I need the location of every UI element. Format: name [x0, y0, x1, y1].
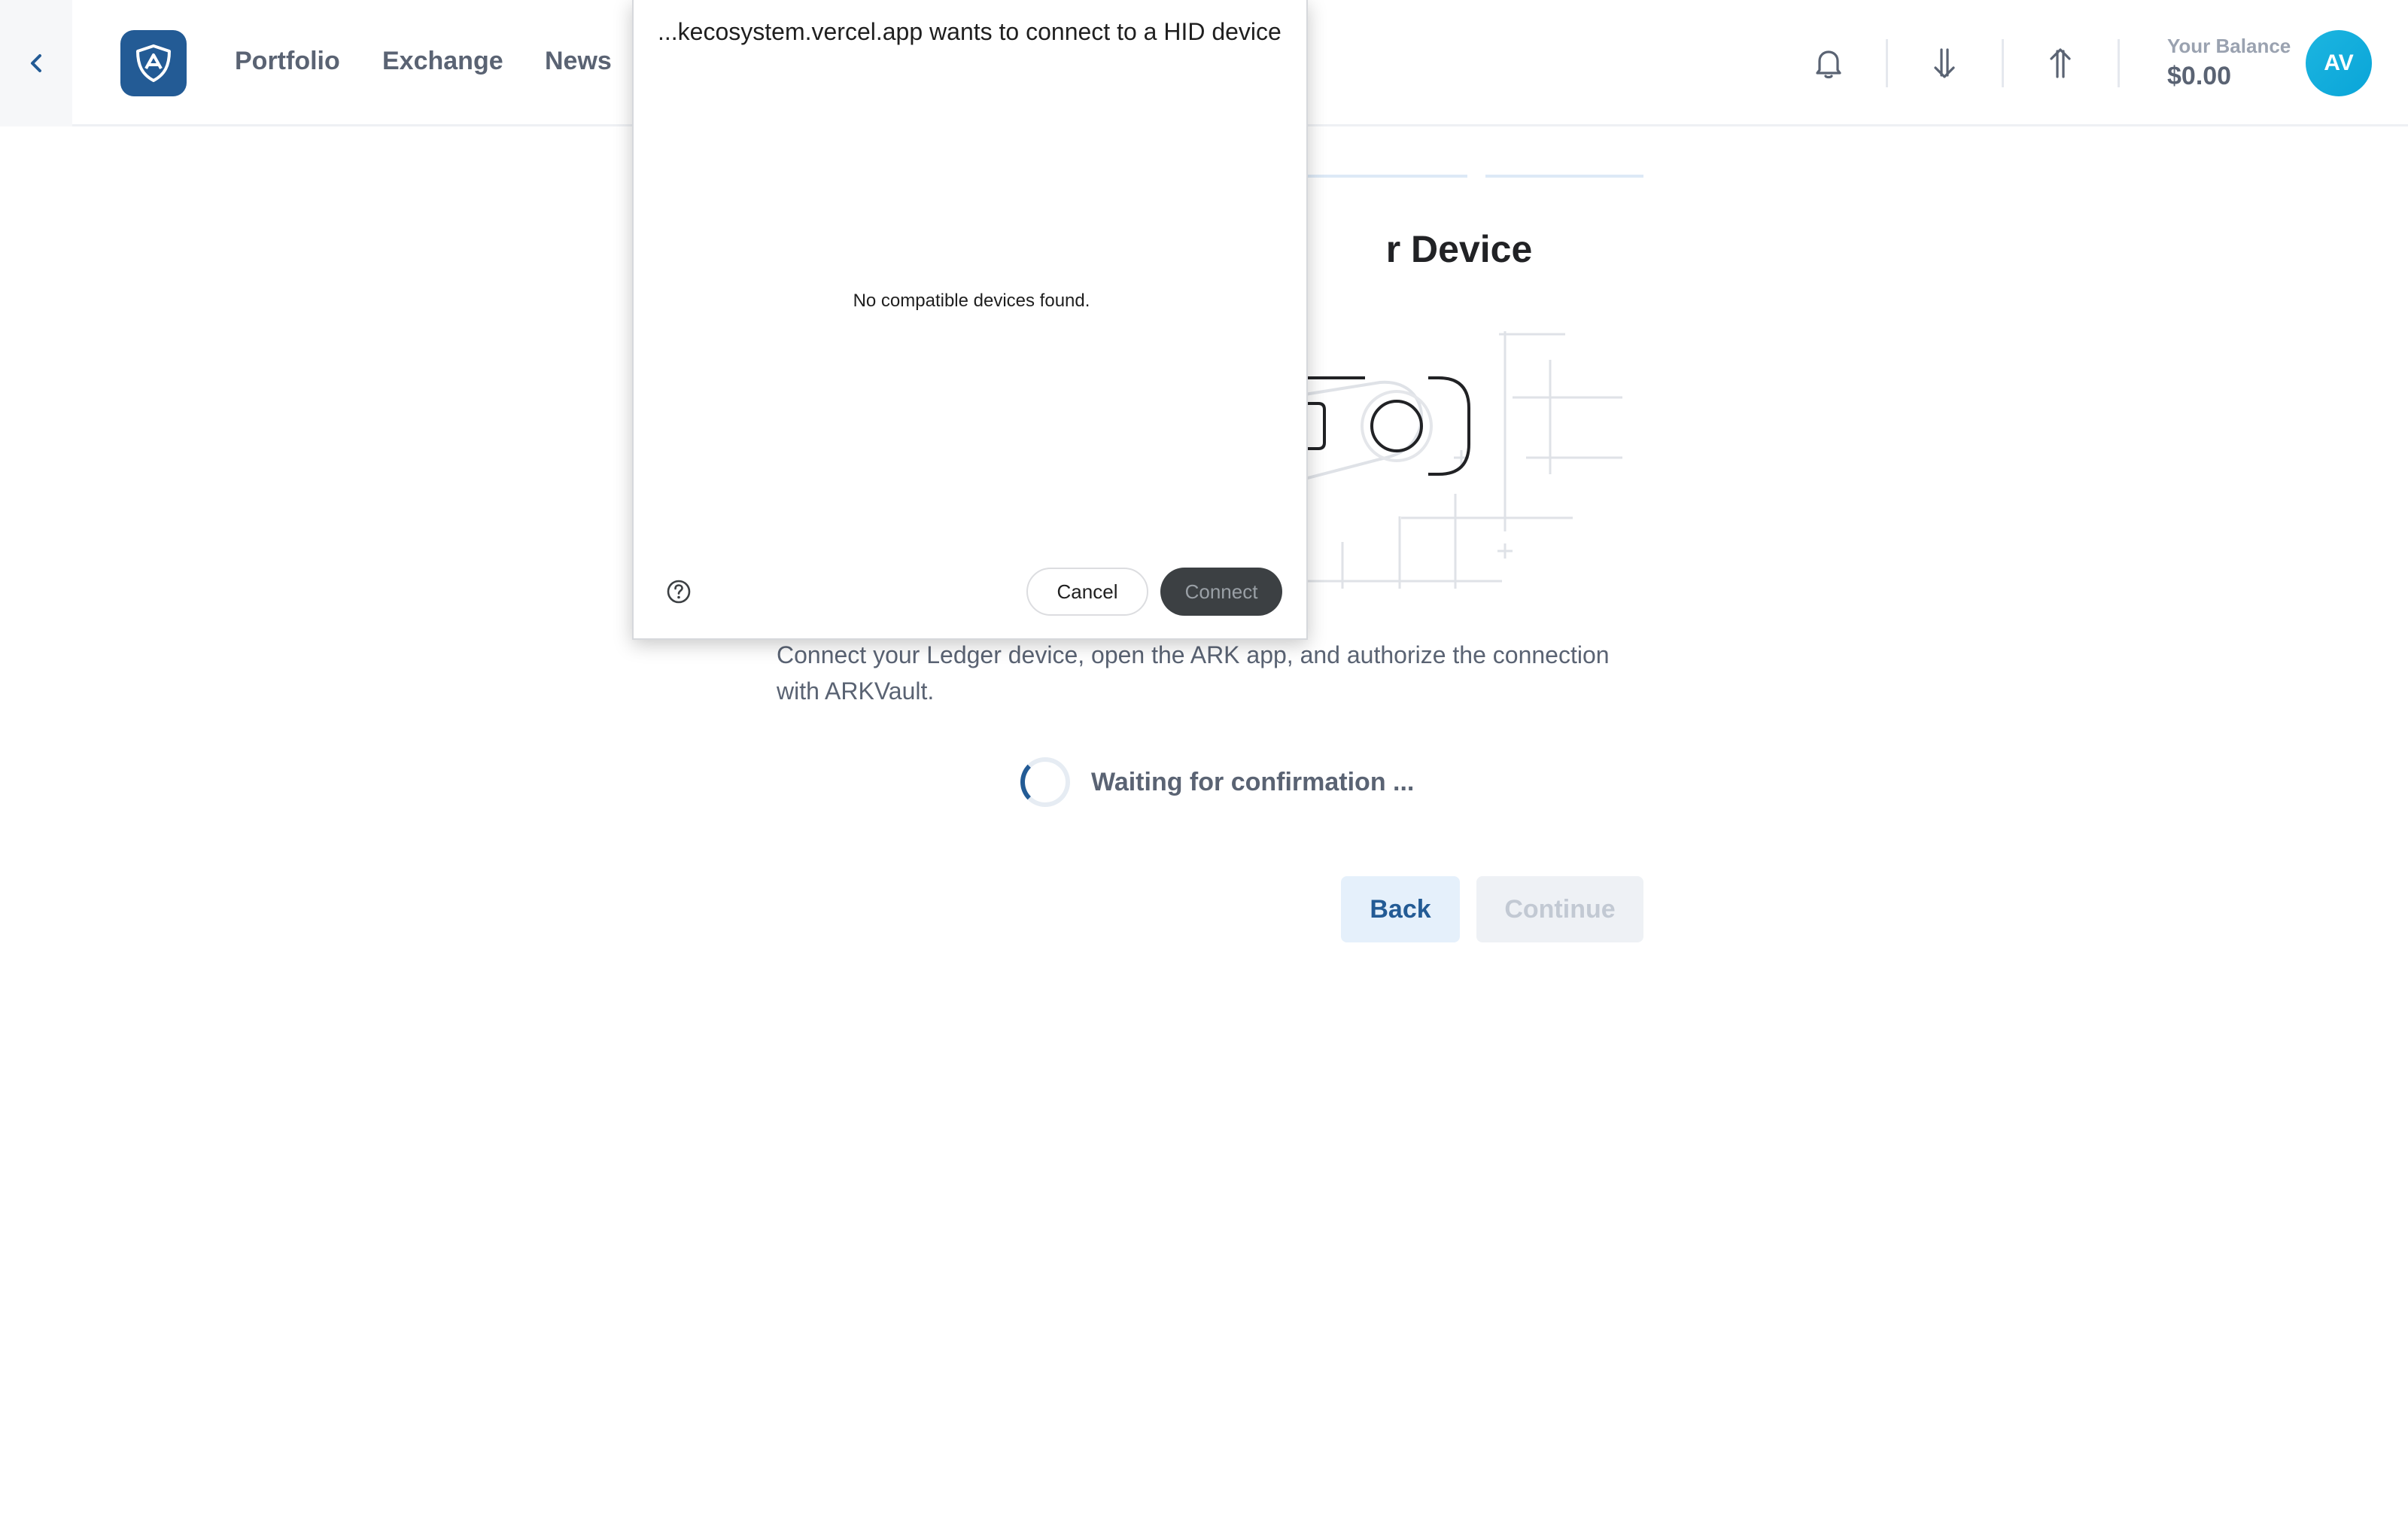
user-avatar[interactable]: AV	[2306, 30, 2372, 96]
collapse-button[interactable]	[0, 0, 72, 126]
help-icon	[667, 580, 691, 604]
waiting-text: Waiting for confirmation ...	[1091, 767, 1415, 796]
waiting-status: Waiting for confirmation ...	[1020, 757, 1414, 807]
header-divider	[2002, 39, 2004, 87]
balance-value: $0.00	[2167, 62, 2232, 90]
send-button[interactable]	[2038, 41, 2083, 86]
stepper-step-2	[1308, 175, 1467, 178]
back-button[interactable]: Back	[1341, 876, 1460, 942]
shield-logo-icon	[136, 44, 171, 82]
dialog-title: ...kecosystem.vercel.app wants to connec…	[658, 18, 1282, 45]
nav-news[interactable]: News	[545, 47, 612, 76]
dialog-cancel-button[interactable]: Cancel	[1026, 568, 1148, 616]
balance-label: Your Balance	[2167, 35, 2291, 57]
loading-spinner	[1020, 757, 1070, 807]
chevron-left-icon	[31, 54, 41, 72]
nav-portfolio[interactable]: Portfolio	[235, 47, 340, 76]
receive-button[interactable]	[1922, 41, 1967, 86]
header-divider	[1886, 39, 1888, 87]
ark-vault-logo[interactable]	[120, 30, 187, 96]
grid-lines-decoration	[1260, 331, 1622, 589]
hid-device-chooser-dialog: ...kecosystem.vercel.app wants to connec…	[632, 0, 1308, 640]
header-divider	[2118, 39, 2120, 87]
stepper-step-3	[1485, 175, 1643, 178]
send-arrow-icon	[2050, 48, 2071, 78]
receive-arrow-icon	[1934, 48, 1955, 78]
nav-exchange[interactable]: Exchange	[382, 47, 503, 76]
dialog-connect-button: Connect	[1160, 568, 1282, 616]
instructions-text: Connect your Ledger device, open the ARK…	[777, 641, 1610, 705]
continue-button: Continue	[1476, 876, 1643, 942]
help-button[interactable]	[665, 578, 692, 605]
no-devices-message: No compatible devices found.	[853, 291, 1090, 311]
notifications-button[interactable]	[1806, 41, 1851, 86]
bell-icon	[1816, 50, 1841, 79]
